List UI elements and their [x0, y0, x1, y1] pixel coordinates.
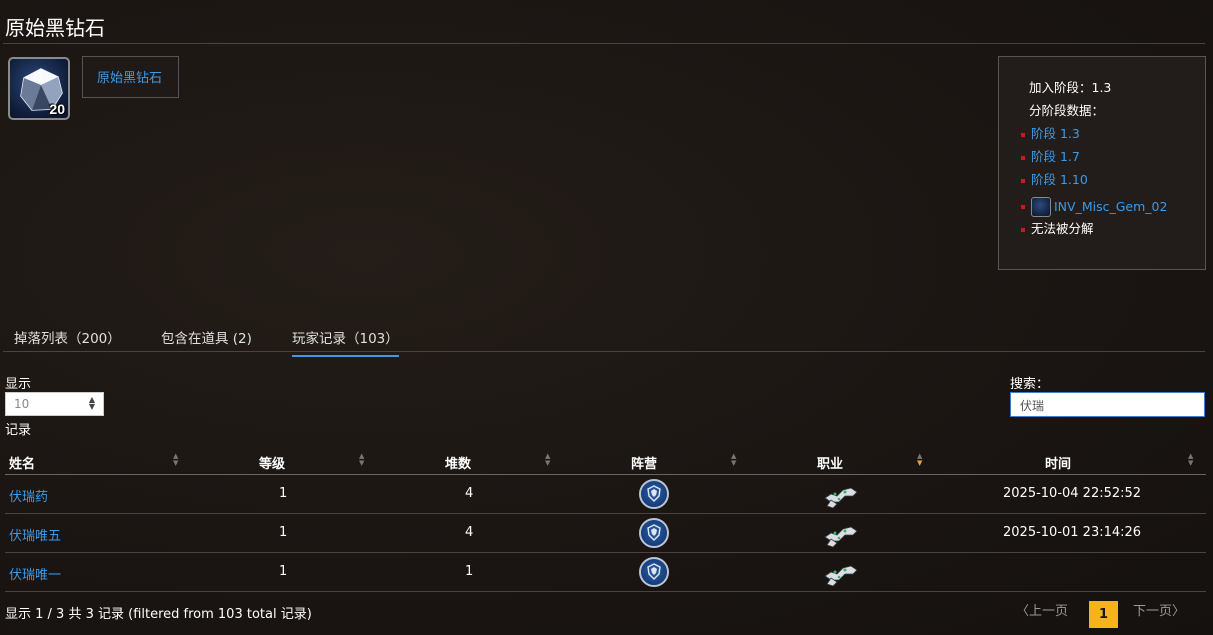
- alliance-icon: [639, 557, 669, 587]
- stack-cell: 4: [465, 525, 474, 540]
- search-input[interactable]: 伏瑞: [1010, 392, 1205, 417]
- next-page-label: 下一页: [1133, 604, 1173, 619]
- item-name-link[interactable]: 原始黑钻石: [97, 71, 162, 86]
- icon-name-link[interactable]: INV_Misc_Gem_02: [1054, 198, 1167, 216]
- show-label: 显示: [5, 377, 32, 392]
- page-length-value: 10: [14, 397, 30, 411]
- stack-cell: 1: [465, 564, 474, 579]
- page-length-select[interactable]: 10 ▲ ▼: [5, 392, 104, 416]
- col-level[interactable]: 等级: [259, 453, 285, 472]
- class-icon: [824, 526, 858, 548]
- player-name-link[interactable]: 伏瑞唯一: [9, 564, 61, 583]
- tab-bar: 掉落列表（200） 包含在道具 (2) 玩家记录（103）: [3, 322, 1205, 357]
- sort-icon[interactable]: ▲ ▼: [545, 453, 550, 467]
- records-label: 记录: [5, 423, 32, 438]
- phase-list: 阶段 1.3 阶段 1.7 阶段 1.10 INV_Misc_Gem_02 无法…: [1021, 125, 1205, 243]
- level-cell: 1: [279, 564, 288, 579]
- alliance-icon: [639, 479, 669, 509]
- alliance-icon: [639, 518, 669, 548]
- chevron-left-icon: 〈: [1016, 604, 1030, 619]
- table-row: 伏瑞唯一 1 1: [5, 553, 1206, 592]
- black-diamond-gem-icon[interactable]: 20: [8, 57, 70, 120]
- sort-icon[interactable]: ▲ ▼: [173, 453, 178, 467]
- col-time[interactable]: 时间: [1045, 453, 1071, 472]
- table-info: 显示 1 / 3 共 3 记录 (filtered from 103 total…: [5, 607, 312, 622]
- stack-count: 20: [49, 101, 65, 117]
- col-class[interactable]: 职业: [817, 453, 843, 472]
- stack-cell: 4: [465, 486, 474, 501]
- col-stack[interactable]: 堆数: [445, 453, 471, 472]
- cannot-disenchant: 无法被分解: [1021, 220, 1205, 243]
- title-divider: [3, 43, 1205, 44]
- page-1-button[interactable]: 1: [1089, 601, 1118, 628]
- icon-name-item[interactable]: INV_Misc_Gem_02: [1021, 194, 1205, 220]
- tabs-divider: [3, 351, 1205, 352]
- phase-data-label: 分阶段数据：: [1029, 103, 1105, 118]
- table-header: 姓名 ▲ ▼ 等级 ▲ ▼ 堆数 ▲ ▼ 阵营 ▲ ▼ 职业 ▲ ▼ 时间 ▲ ▼: [5, 450, 1206, 475]
- info-panel: 加入阶段：1.3 分阶段数据： 阶段 1.3 阶段 1.7 阶段 1.10 IN…: [998, 56, 1206, 270]
- sort-icon[interactable]: ▲ ▼: [359, 453, 364, 467]
- level-cell: 1: [279, 525, 288, 540]
- time-cell: 2025-10-04 22:52:52: [1003, 486, 1142, 501]
- chevron-right-icon: 〉: [1172, 604, 1186, 619]
- records-table: 姓名 ▲ ▼ 等级 ▲ ▼ 堆数 ▲ ▼ 阵营 ▲ ▼ 职业 ▲ ▼ 时间 ▲ ▼ 伏瑞药 …: [5, 450, 1206, 592]
- page-title: 原始黑钻石: [5, 16, 105, 40]
- class-icon: [824, 565, 858, 587]
- col-faction[interactable]: 阵营: [631, 453, 657, 472]
- phase-link-1-3[interactable]: 阶段 1.3: [1021, 125, 1205, 148]
- tab-player-records[interactable]: 玩家记录（103）: [292, 327, 399, 357]
- phase-link-1-7[interactable]: 阶段 1.7: [1021, 148, 1205, 171]
- table-row: 伏瑞药 1 4 2025-10-04 22:52:52: [5, 475, 1206, 514]
- search-label: 搜索：: [1010, 377, 1050, 392]
- col-name[interactable]: 姓名: [9, 453, 35, 472]
- sort-active-icon[interactable]: ▲ ▼: [917, 453, 922, 467]
- player-name-link[interactable]: 伏瑞药: [9, 486, 48, 505]
- added-phase: 加入阶段：1.3: [1029, 80, 1112, 95]
- sort-icon[interactable]: ▲ ▼: [731, 453, 736, 467]
- level-cell: 1: [279, 486, 288, 501]
- phase-link-1-10[interactable]: 阶段 1.10: [1021, 171, 1205, 194]
- sort-icon[interactable]: ▲ ▼: [1188, 453, 1193, 467]
- prev-page-label: 上一页: [1029, 604, 1069, 619]
- item-name-box: 原始黑钻石: [82, 56, 179, 98]
- class-icon: [824, 487, 858, 509]
- player-name-link[interactable]: 伏瑞唯五: [9, 525, 61, 544]
- table-row: 伏瑞唯五 1 4 2025-10-01 23:14:26: [5, 514, 1206, 553]
- next-page-button[interactable]: 下一页〉: [1133, 600, 1185, 619]
- select-arrows-icon: ▲ ▼: [88, 395, 95, 411]
- prev-page-button[interactable]: 〈上一页: [1016, 600, 1068, 619]
- gem-thumbnail-icon: [1031, 197, 1051, 217]
- time-cell: 2025-10-01 23:14:26: [1003, 525, 1142, 540]
